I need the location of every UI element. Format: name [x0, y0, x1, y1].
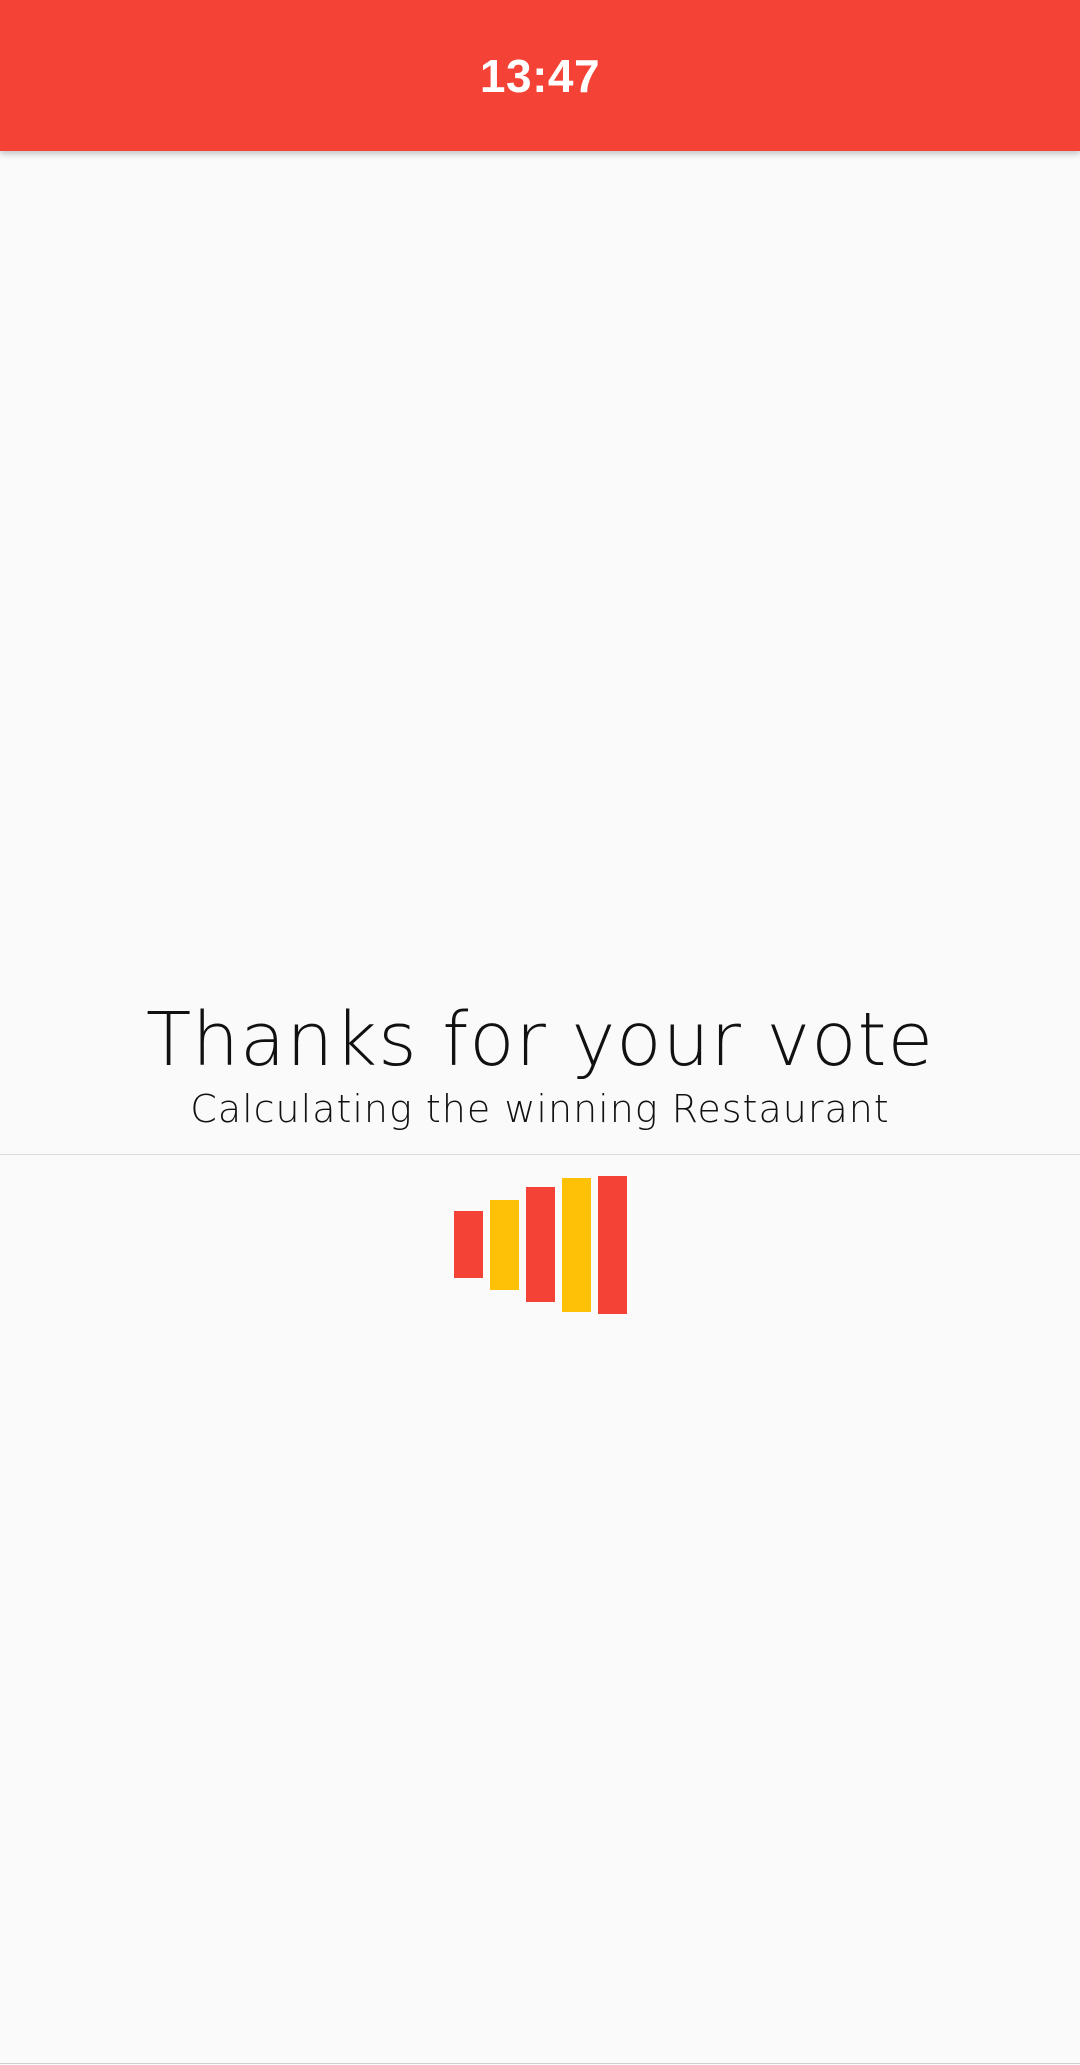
divider [0, 1154, 1080, 1155]
page-title: Thanks for your vote [145, 997, 935, 1083]
clock-time: 13:47 [479, 49, 601, 102]
loader-bar [562, 1178, 591, 1312]
loader-bar [490, 1200, 519, 1290]
loader-bar [454, 1211, 483, 1278]
bottom-divider [0, 2063, 1080, 2064]
app-bar: 13:47 [0, 0, 1080, 151]
loader-bar [598, 1176, 627, 1314]
loader-bar [526, 1187, 555, 1302]
bar-loading-indicator-icon [450, 1170, 630, 1320]
page-subtitle: Calculating the winning Restaurant [190, 1087, 890, 1131]
app-screen: 13:47 Thanks for your vote Calculating t… [0, 0, 1080, 2065]
